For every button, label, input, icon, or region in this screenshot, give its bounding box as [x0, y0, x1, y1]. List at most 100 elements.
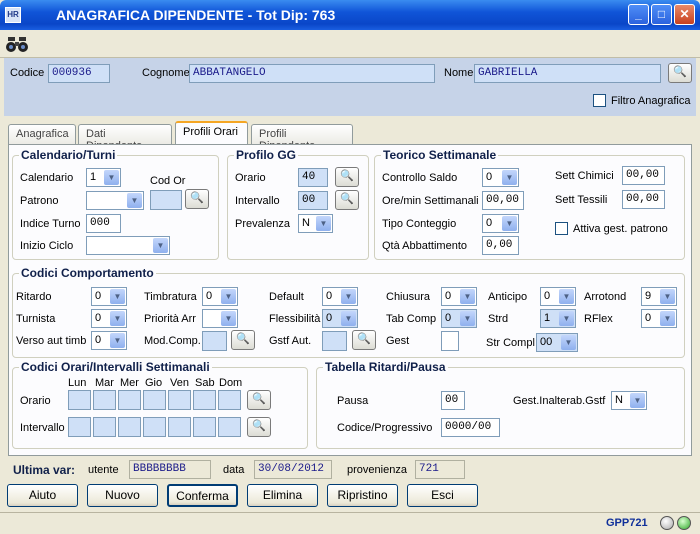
cod-or-search-button[interactable]: 🔍 — [185, 189, 209, 209]
tab-profili-dipendente[interactable]: Profili Dipendente — [251, 124, 353, 152]
modcomp-label: Mod.Comp. — [144, 335, 201, 347]
provenienza-label: provenienza — [347, 464, 407, 476]
search-icon: 🔍 — [252, 393, 266, 405]
verso-label: Verso aut timb — [16, 335, 87, 347]
gest-inalterab-select[interactable]: N ▼ — [611, 391, 647, 410]
weekly-intervallo-label: Intervallo — [20, 422, 65, 434]
rflex-value: 0 — [645, 312, 652, 324]
intervallo-ven-field[interactable] — [168, 417, 191, 437]
flessibilita-select[interactable]: 0 ▼ — [322, 309, 358, 328]
chevron-down-icon: ▼ — [110, 289, 125, 304]
chevron-down-icon: ▼ — [460, 289, 475, 304]
attiva-patrono-checkbox[interactable] — [555, 222, 568, 235]
inizio-ciclo-select[interactable]: ▼ — [86, 236, 170, 255]
maximize-icon[interactable]: □ — [651, 4, 672, 25]
weekly-intervallo-search-button[interactable]: 🔍 — [247, 417, 271, 437]
weekly-orario-search-button[interactable]: 🔍 — [247, 390, 271, 410]
ritardi-title: Tabella Ritardi/Pausa — [323, 360, 448, 374]
tab-anagrafica[interactable]: Anagrafica — [8, 124, 76, 144]
gest-field[interactable] — [441, 331, 459, 351]
controllo-saldo-select[interactable]: 0 ▼ — [482, 168, 519, 187]
patrono-select[interactable]: ▼ — [86, 191, 144, 210]
prevalenza-select[interactable]: N ▼ — [298, 214, 333, 233]
ore-settimanali-field[interactable]: 00,00 — [482, 191, 524, 210]
tab-dati-dipendente[interactable]: Dati Dipendente — [78, 124, 172, 152]
orario-dom-field[interactable] — [218, 390, 241, 410]
tab-profili-orari[interactable]: Profili Orari — [175, 121, 248, 145]
sett-chimici-field[interactable]: 00,00 — [622, 166, 665, 185]
modcomp-field[interactable] — [202, 331, 227, 351]
default-select[interactable]: 0 ▼ — [322, 287, 358, 306]
priorita-select[interactable]: ▼ — [202, 309, 238, 328]
conferma-button[interactable]: Conferma — [167, 484, 238, 507]
codice-progressivo-field[interactable]: 0000/00 — [441, 418, 500, 437]
orario-mer-field[interactable] — [118, 390, 141, 410]
search-icon: 🔍 — [236, 333, 250, 345]
gstf-aut-search-button[interactable]: 🔍 — [352, 330, 376, 350]
minimize-icon[interactable]: _ — [628, 4, 649, 25]
strd-label: Strd — [488, 313, 509, 325]
orario-sab-field[interactable] — [193, 390, 216, 410]
orario-ven-field[interactable] — [168, 390, 191, 410]
gstf-aut-field[interactable] — [322, 331, 347, 351]
intervallo-mer-field[interactable] — [118, 417, 141, 437]
tipo-conteggio-select[interactable]: 0 ▼ — [482, 214, 519, 233]
turnista-select[interactable]: 0 ▼ — [91, 309, 127, 328]
esci-button[interactable]: Esci — [407, 484, 478, 507]
orario-field[interactable]: 40 — [298, 168, 328, 187]
qta-abbattimento-field[interactable]: 0,00 — [482, 236, 519, 255]
binoculars-icon[interactable] — [5, 34, 29, 54]
codice-progressivo-label: Codice/Progressivo — [337, 422, 433, 434]
inizio-ciclo-label: Inizio Ciclo — [20, 240, 74, 252]
intervallo-gio-field[interactable] — [143, 417, 166, 437]
codice-field[interactable]: 000936 — [48, 64, 110, 83]
close-icon[interactable]: ✕ — [674, 4, 695, 25]
verso-select[interactable]: 0 ▼ — [91, 331, 127, 350]
ripristino-button[interactable]: Ripristino — [327, 484, 398, 507]
search-button[interactable]: 🔍 — [668, 63, 692, 83]
sett-tessili-field[interactable]: 00,00 — [622, 190, 665, 209]
chiusura-select[interactable]: 0 ▼ — [441, 287, 477, 306]
day-gio-label: Gio — [145, 377, 163, 389]
intervallo-lun-field[interactable] — [68, 417, 91, 437]
ritardo-select[interactable]: 0 ▼ — [91, 287, 127, 306]
orario-gio-field[interactable] — [143, 390, 166, 410]
arrotond-select[interactable]: 9 ▼ — [641, 287, 677, 306]
chevron-down-icon: ▼ — [502, 170, 517, 185]
intervallo-field[interactable]: 00 — [298, 191, 328, 210]
chevron-down-icon: ▼ — [630, 393, 645, 408]
nuovo-button[interactable]: Nuovo — [87, 484, 158, 507]
filtro-checkbox[interactable] — [593, 94, 606, 107]
aiuto-button[interactable]: Aiuto — [7, 484, 78, 507]
chevron-down-icon: ▼ — [110, 333, 125, 348]
strd-select[interactable]: 1 ▼ — [540, 309, 576, 328]
status-code: GPP721 — [606, 517, 648, 529]
intervalli-title: Codici Orari/Intervalli Settimanali — [19, 360, 212, 374]
timbratura-select[interactable]: 0 ▼ — [202, 287, 238, 306]
modcomp-search-button[interactable]: 🔍 — [231, 330, 255, 350]
chevron-down-icon: ▼ — [316, 216, 331, 231]
nome-field[interactable]: GABRIELLA — [474, 64, 661, 83]
chevron-down-icon: ▼ — [341, 289, 356, 304]
orario-mar-field[interactable] — [93, 390, 116, 410]
indice-turno-field[interactable]: 000 — [86, 214, 121, 233]
title-bar[interactable]: HR ANAGRAFICA DIPENDENTE - Tot Dip: 763 … — [0, 0, 700, 30]
intervallo-search-button[interactable]: 🔍 — [335, 190, 359, 210]
intervallo-sab-field[interactable] — [193, 417, 216, 437]
calendario-select[interactable]: 1 ▼ — [86, 168, 121, 187]
orario-lun-field[interactable] — [68, 390, 91, 410]
cognome-field[interactable]: ABBATANGELO — [189, 64, 435, 83]
intervallo-dom-field[interactable] — [218, 417, 241, 437]
timbratura-label: Timbratura — [144, 291, 197, 303]
codice-label: Codice — [10, 67, 45, 79]
elimina-button[interactable]: Elimina — [247, 484, 318, 507]
intervallo-mar-field[interactable] — [93, 417, 116, 437]
pausa-field[interactable]: 00 — [441, 391, 465, 410]
cod-or-field[interactable] — [150, 190, 182, 210]
tab-comp-select[interactable]: 0 ▼ — [441, 309, 477, 328]
rflex-select[interactable]: 0 ▼ — [641, 309, 677, 328]
orario-search-button[interactable]: 🔍 — [335, 167, 359, 187]
chevron-down-icon: ▼ — [502, 216, 517, 231]
anticipo-select[interactable]: 0 ▼ — [540, 287, 576, 306]
str-compl-select[interactable]: 00 ▼ — [536, 333, 578, 352]
